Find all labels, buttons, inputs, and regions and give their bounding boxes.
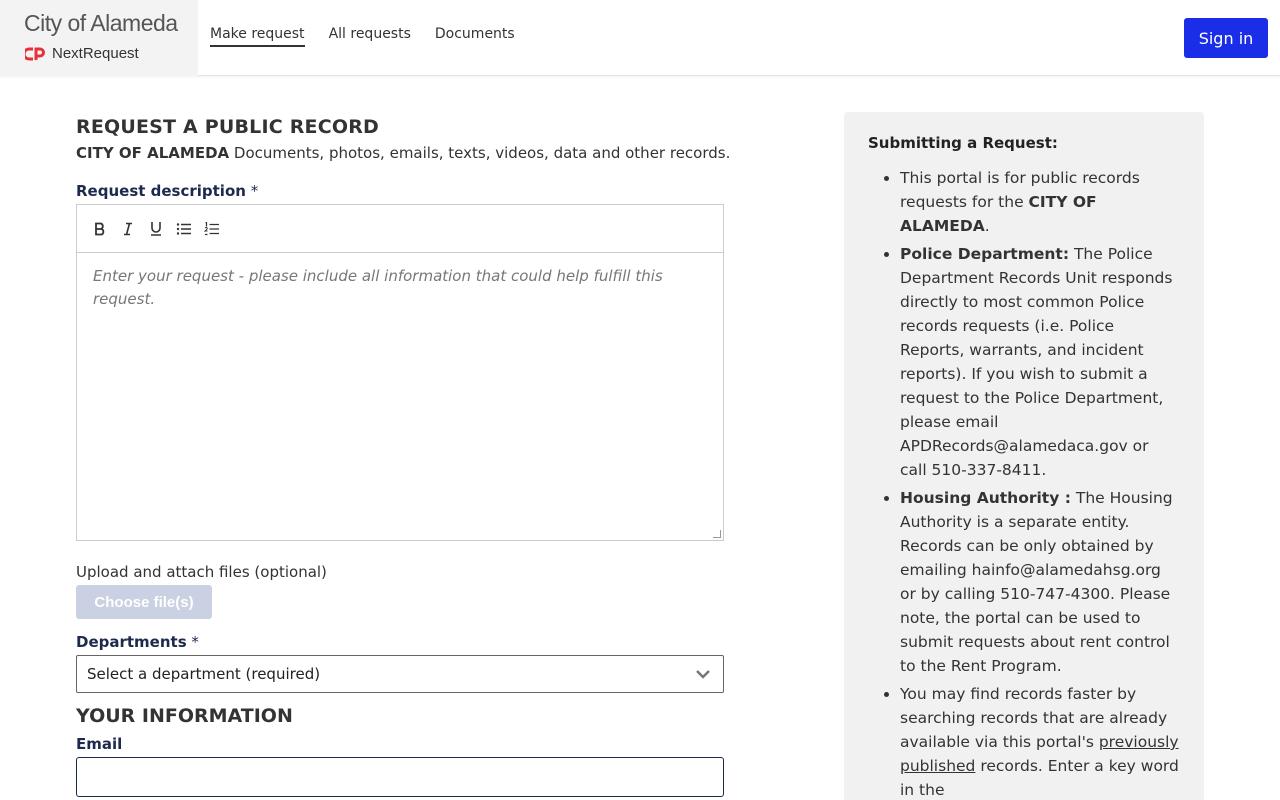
your-information-title: YOUR INFORMATION (76, 705, 293, 727)
list-item: Police Department: The Police Department… (900, 242, 1180, 482)
list-item: Housing Authority : The Housing Authorit… (900, 486, 1180, 678)
choose-files-button[interactable]: Choose file(s) (76, 585, 212, 619)
page-subtitle: CITY OF ALAMEDA Documents, photos, email… (76, 144, 730, 162)
description-editor[interactable]: Enter your request - please include all … (76, 204, 724, 541)
departments-label: Departments * (76, 633, 199, 651)
nextrequest-logo-icon (25, 47, 45, 60)
submitting-request-panel: Submitting a Request: This portal is for… (844, 112, 1204, 800)
departments-select[interactable]: Select a department (required) (76, 655, 724, 693)
email-label: Email (76, 735, 123, 753)
product-name: NextRequest (52, 45, 139, 62)
resize-handle[interactable] (713, 530, 721, 538)
brand-block[interactable]: City of Alameda NextRequest (0, 0, 198, 76)
sidebar-title: Submitting a Request: (868, 134, 1058, 152)
list-item: This portal is for public records reques… (900, 166, 1180, 238)
list-item: You may find records faster by searching… (900, 682, 1180, 800)
main-nav: Make request All requests Documents (210, 26, 515, 47)
required-mark: * (186, 633, 199, 651)
nav-documents[interactable]: Documents (435, 26, 515, 47)
guidance-list: This portal is for public records reques… (868, 166, 1180, 800)
description-input[interactable]: Enter your request - please include all … (93, 265, 707, 311)
description-label: Request description * (76, 182, 259, 200)
italic-icon[interactable] (119, 220, 137, 238)
nav-all-requests[interactable]: All requests (329, 26, 411, 47)
email-field[interactable] (76, 757, 724, 797)
numbered-list-icon[interactable] (203, 220, 221, 238)
editor-toolbar (77, 205, 723, 253)
city-name: City of Alameda (24, 10, 178, 36)
subtitle-text: Documents, photos, emails, texts, videos… (229, 144, 731, 162)
required-mark: * (245, 182, 259, 200)
page-title: REQUEST A PUBLIC RECORD (76, 116, 380, 138)
sign-in-button[interactable]: Sign in (1184, 18, 1268, 58)
bullet-list-icon[interactable] (175, 220, 193, 238)
nav-make-request[interactable]: Make request (210, 26, 305, 47)
request-form: REQUEST A PUBLIC RECORD CITY OF ALAMEDA … (76, 112, 730, 797)
departments-selected-value: Select a department (required) (87, 665, 321, 683)
top-header: City of Alameda NextRequest Make request… (0, 0, 1280, 76)
underline-icon[interactable] (147, 220, 165, 238)
chevron-down-icon (696, 670, 710, 679)
subtitle-city: CITY OF ALAMEDA (76, 144, 230, 162)
nextrequest-brand: NextRequest (25, 45, 139, 62)
upload-label: Upload and attach files (optional) (76, 563, 327, 581)
bold-icon[interactable] (91, 220, 109, 238)
